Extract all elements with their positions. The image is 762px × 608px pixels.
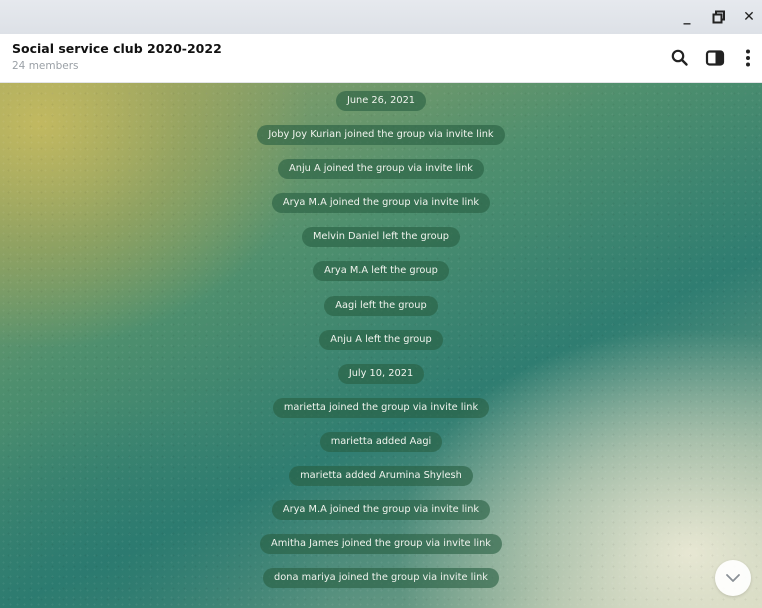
service-message: Anju A joined the group via invite link bbox=[0, 159, 762, 193]
chevron-down-icon bbox=[726, 574, 740, 582]
service-message: Arya M.A left the group bbox=[0, 261, 762, 295]
service-message: Arya M.A joined the group via invite lin… bbox=[0, 193, 762, 227]
telegram-window: _ ✕ Social service club 2020-2022 24 mem… bbox=[0, 0, 762, 608]
chat-title[interactable]: Social service club 2020-2022 bbox=[12, 41, 222, 56]
service-message: Anju A left the group bbox=[0, 329, 762, 364]
date-separator: June 26, 2021 bbox=[0, 91, 762, 125]
date-separator: July 10, 2021 bbox=[0, 363, 762, 398]
message-list: June 26, 2021 Joby Joy Kurian joined the… bbox=[0, 91, 762, 602]
service-message: Aagi left the group bbox=[0, 295, 762, 330]
sidebar-toggle-icon[interactable] bbox=[703, 46, 727, 70]
service-message-pill[interactable]: marietta joined the group via invite lin… bbox=[272, 397, 490, 418]
service-message: Joby Joy Kurian joined the group via inv… bbox=[0, 125, 762, 159]
service-message-pill[interactable]: Anju A left the group bbox=[319, 329, 443, 350]
date-pill: July 10, 2021 bbox=[337, 363, 425, 384]
service-message-pill[interactable]: Arya M.A left the group bbox=[313, 261, 449, 282]
title-bar: _ ✕ bbox=[0, 0, 762, 34]
minimize-button[interactable]: _ bbox=[676, 7, 698, 27]
service-message-pill[interactable]: Arya M.A joined the group via invite lin… bbox=[271, 193, 491, 214]
service-message-pill[interactable]: Arya M.A joined the group via invite lin… bbox=[271, 500, 491, 521]
service-message: Arya M.A joined the group via invite lin… bbox=[0, 500, 762, 534]
service-message-pill[interactable]: marietta added Arumina Shylesh bbox=[289, 466, 473, 487]
service-message-pill[interactable]: Melvin Daniel left the group bbox=[301, 227, 460, 248]
service-message-pill[interactable]: Joby Joy Kurian joined the group via inv… bbox=[257, 125, 505, 146]
service-message-pill[interactable]: marietta added Aagi bbox=[319, 431, 443, 452]
service-message: marietta joined the group via invite lin… bbox=[0, 397, 762, 432]
more-vertical-icon[interactable] bbox=[736, 46, 760, 70]
close-button[interactable]: ✕ bbox=[738, 7, 760, 27]
service-message-pill[interactable]: dona mariya joined the group via invite … bbox=[263, 568, 499, 589]
service-message: marietta added Aagi bbox=[0, 431, 762, 466]
service-message: dona mariya joined the group via invite … bbox=[0, 568, 762, 602]
chat-messages-area[interactable]: June 26, 2021 Joby Joy Kurian joined the… bbox=[0, 83, 762, 608]
date-pill: June 26, 2021 bbox=[335, 91, 427, 111]
maximize-button[interactable] bbox=[708, 7, 730, 27]
service-message: marietta added Arumina Shylesh bbox=[0, 466, 762, 500]
service-message-pill[interactable]: Aagi left the group bbox=[324, 295, 438, 316]
chat-header: Social service club 2020-2022 24 members bbox=[0, 34, 762, 83]
scroll-to-bottom-button[interactable] bbox=[715, 560, 751, 596]
service-message-pill[interactable]: Anju A joined the group via invite link bbox=[278, 159, 484, 180]
service-message: Amitha James joined the group via invite… bbox=[0, 534, 762, 568]
restore-icon bbox=[712, 10, 725, 24]
search-icon[interactable] bbox=[668, 46, 692, 70]
service-message: Melvin Daniel left the group bbox=[0, 227, 762, 261]
member-count: 24 members bbox=[12, 60, 79, 72]
service-message-pill[interactable]: Amitha James joined the group via invite… bbox=[260, 534, 502, 555]
